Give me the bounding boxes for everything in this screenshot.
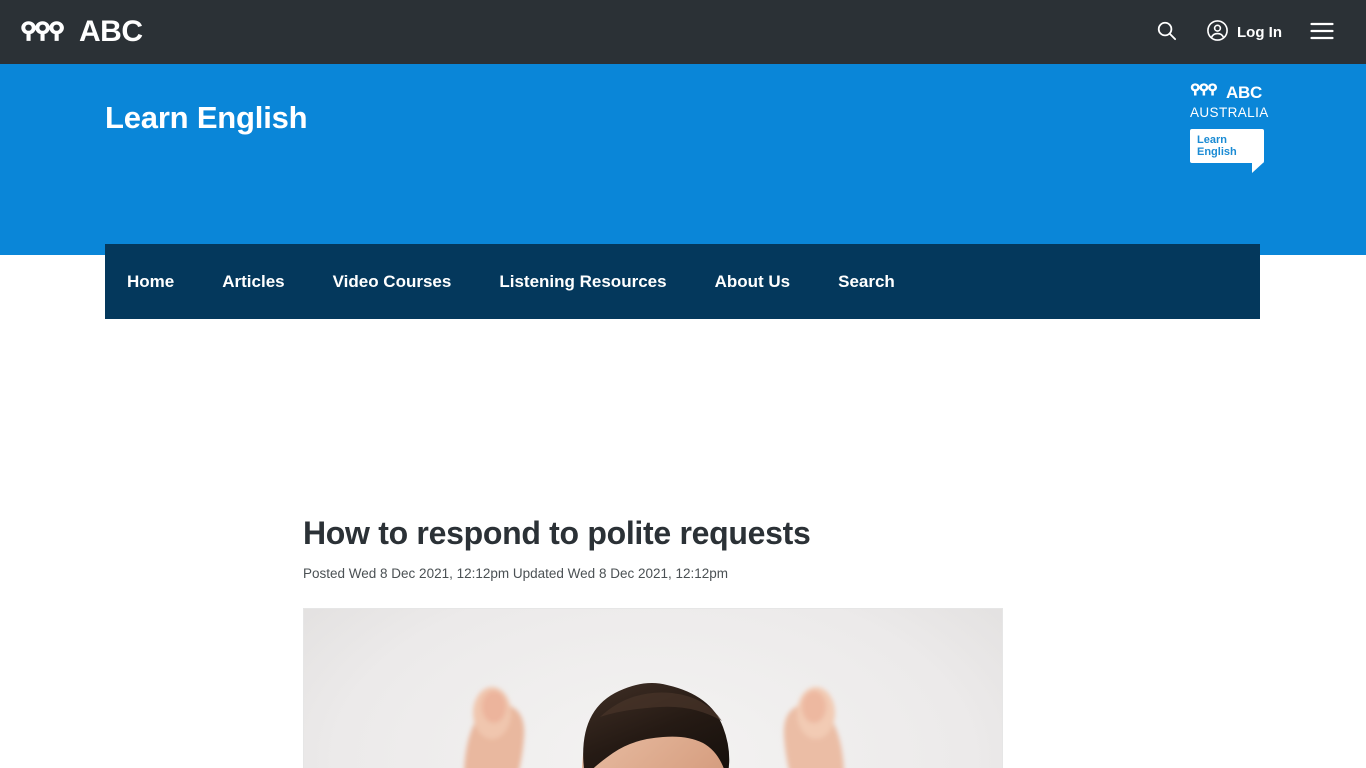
- nav-item-listening-resources[interactable]: Listening Resources: [499, 272, 666, 292]
- brand-band: Learn English ABC AUSTRALIA Learn Englis…: [0, 64, 1366, 319]
- site-navigation: Home Articles Video Courses Listening Re…: [105, 244, 1260, 319]
- menu-button[interactable]: [1296, 0, 1348, 64]
- article: How to respond to polite requests Posted…: [303, 513, 1063, 768]
- nav-item-video-courses[interactable]: Video Courses: [333, 272, 452, 292]
- article-hero-image: [303, 608, 1003, 768]
- search-button[interactable]: [1141, 0, 1192, 64]
- global-header: ABC Log In: [0, 0, 1366, 64]
- learn-english-bubble-logo[interactable]: Learn English: [1190, 128, 1264, 173]
- abc-australia-country-text: AUSTRALIA: [1190, 105, 1269, 120]
- abc-loops-logo-icon: [20, 19, 72, 45]
- header-actions: Log In: [1141, 0, 1366, 64]
- search-icon: [1155, 19, 1178, 45]
- abc-australia-abc-text: ABC: [1226, 83, 1262, 102]
- nav-item-articles[interactable]: Articles: [222, 272, 284, 292]
- nav-item-search[interactable]: Search: [838, 272, 895, 292]
- abc-australia-loops-icon: [1190, 82, 1222, 103]
- learn-english-bubble-text: Learn English: [1197, 133, 1237, 158]
- nav-item-about-us[interactable]: About Us: [715, 272, 791, 292]
- account-circle-icon: [1206, 19, 1229, 45]
- abc-australia-lockup[interactable]: ABC AUSTRALIA Learn English: [1190, 82, 1286, 173]
- article-timestamps: Posted Wed 8 Dec 2021, 12:12pm Updated W…: [303, 566, 729, 581]
- hamburger-menu-icon: [1310, 22, 1334, 43]
- abc-home-link[interactable]: ABC: [20, 0, 143, 64]
- article-figure: There are many ways we can respond polit…: [303, 608, 1003, 768]
- login-label: Log In: [1237, 23, 1282, 41]
- login-button[interactable]: Log In: [1192, 0, 1296, 64]
- abc-wordmark: ABC: [79, 15, 143, 48]
- nav-item-home[interactable]: Home: [127, 272, 174, 292]
- article-title: How to respond to polite requests: [303, 515, 811, 551]
- site-title[interactable]: Learn English: [105, 100, 308, 136]
